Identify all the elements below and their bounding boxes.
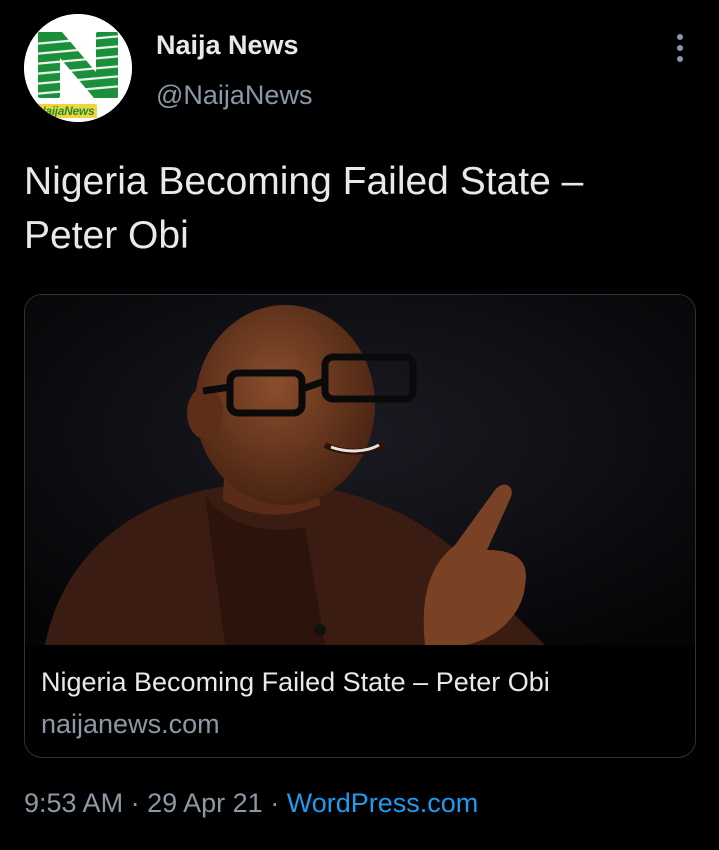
user-handle[interactable]: @NaijaNews xyxy=(156,80,312,111)
card-domain: naijanews.com xyxy=(41,709,220,739)
tweet-time[interactable]: 9:53 AM xyxy=(24,788,123,818)
card-image xyxy=(25,295,695,645)
card-title: Nigeria Becoming Failed State – Peter Ob… xyxy=(41,667,550,697)
avatar-wordmark: NaijaNews xyxy=(34,104,98,118)
tweet-text: Nigeria Becoming Failed State – Peter Ob… xyxy=(24,160,584,257)
vertical-ellipsis-icon xyxy=(677,34,683,40)
display-name[interactable]: Naija News xyxy=(156,30,299,61)
meta-separator: · xyxy=(270,788,280,818)
man-portrait-photo xyxy=(25,295,695,645)
tweet-meta: 9:53 AM · 29 Apr 21 · WordPress.com xyxy=(24,788,478,819)
tweet-date[interactable]: 29 Apr 21 xyxy=(147,788,263,818)
source-link[interactable]: WordPress.com xyxy=(287,788,479,818)
more-options-button[interactable] xyxy=(664,30,696,66)
link-card[interactable]: Nigeria Becoming Failed State – Peter Ob… xyxy=(24,294,696,758)
avatar[interactable]: NaijaNews xyxy=(24,14,132,122)
tweet: NaijaNews Naija News @NaijaNews Nigeria … xyxy=(0,0,719,850)
meta-separator: · xyxy=(130,788,140,818)
